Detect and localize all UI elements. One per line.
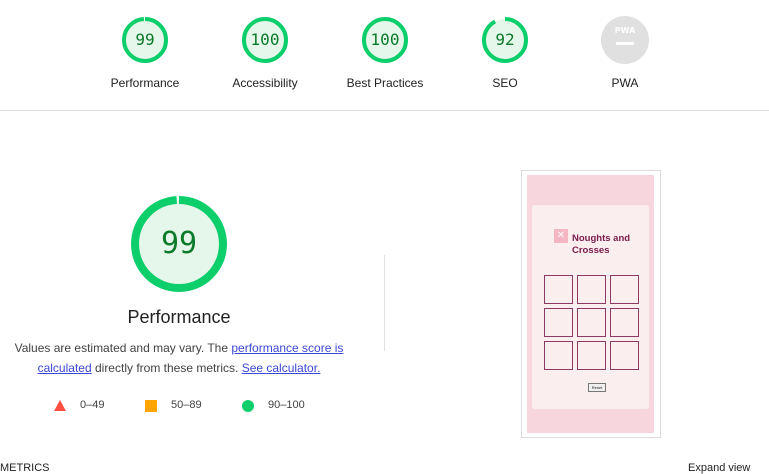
grid-cell[interactable] [544, 341, 573, 370]
grid-cell[interactable] [577, 308, 606, 337]
grid-cell[interactable] [577, 341, 606, 370]
gauge-score-performance: 99 [135, 30, 155, 49]
gauge-score-seo: 92 [495, 30, 515, 49]
description-text-1: Values are estimated and may vary. The [14, 341, 232, 355]
average-square-icon [145, 400, 157, 412]
vertical-divider [384, 255, 385, 351]
see-calculator-link[interactable]: See calculator. [242, 361, 321, 375]
legend-fail-range: 0–49 [80, 399, 105, 411]
fail-triangle-icon [54, 400, 66, 411]
main-performance-score: 99 [160, 226, 198, 261]
x-icon: ✕ [554, 229, 568, 243]
gauge-pwa[interactable]: PWA PWA [565, 16, 685, 90]
legend-average-range: 50–89 [171, 399, 202, 411]
gauge-label-seo: SEO [492, 76, 518, 90]
pwa-badge-text: PWA [615, 26, 636, 35]
pwa-badge-icon: PWA [601, 16, 649, 64]
reset-button[interactable]: Reset [588, 383, 606, 392]
final-screenshot-thumbnail[interactable]: ✕ Noughts and Crosses Reset [521, 170, 661, 438]
gauge-best-practices[interactable]: 100 Best Practices [325, 16, 445, 90]
grid-cell[interactable] [544, 275, 573, 304]
screenshot-background: ✕ Noughts and Crosses Reset [527, 175, 654, 433]
tic-tac-toe-grid [544, 275, 644, 375]
grid-cell[interactable] [610, 308, 639, 337]
gauge-accessibility[interactable]: 100 Accessibility [205, 16, 325, 90]
pass-circle-icon [242, 400, 254, 412]
screenshot-app-title: Noughts and Crosses [572, 233, 631, 256]
grid-cell[interactable] [577, 275, 606, 304]
gauge-label-best-practices: Best Practices [346, 76, 424, 90]
gauge-performance[interactable]: 99 Performance [85, 16, 205, 90]
gauge-score-accessibility: 100 [250, 30, 280, 49]
description-text-2: directly from these metrics. [91, 361, 242, 375]
grid-cell[interactable] [610, 275, 639, 304]
grid-cell[interactable] [544, 308, 573, 337]
metrics-heading: METRICS [0, 462, 50, 474]
gauge-seo[interactable]: 92 SEO [445, 16, 565, 90]
grid-cell[interactable] [610, 341, 639, 370]
gauge-label-accessibility: Accessibility [232, 76, 298, 90]
gauge-score-best-practices: 100 [370, 30, 400, 49]
score-description: Values are estimated and may vary. The p… [10, 338, 348, 378]
screenshot-app-card: ✕ Noughts and Crosses Reset [532, 205, 649, 409]
category-score-bar: 99 Performance 100 Accessibility 100 Bes… [0, 0, 769, 111]
expand-view-toggle[interactable]: Expand view [688, 462, 750, 474]
gauge-label-pwa: PWA [611, 76, 639, 90]
gauge-label-performance: Performance [110, 76, 180, 90]
legend-pass-range: 90–100 [268, 399, 305, 411]
main-performance-title: Performance [127, 307, 231, 327]
